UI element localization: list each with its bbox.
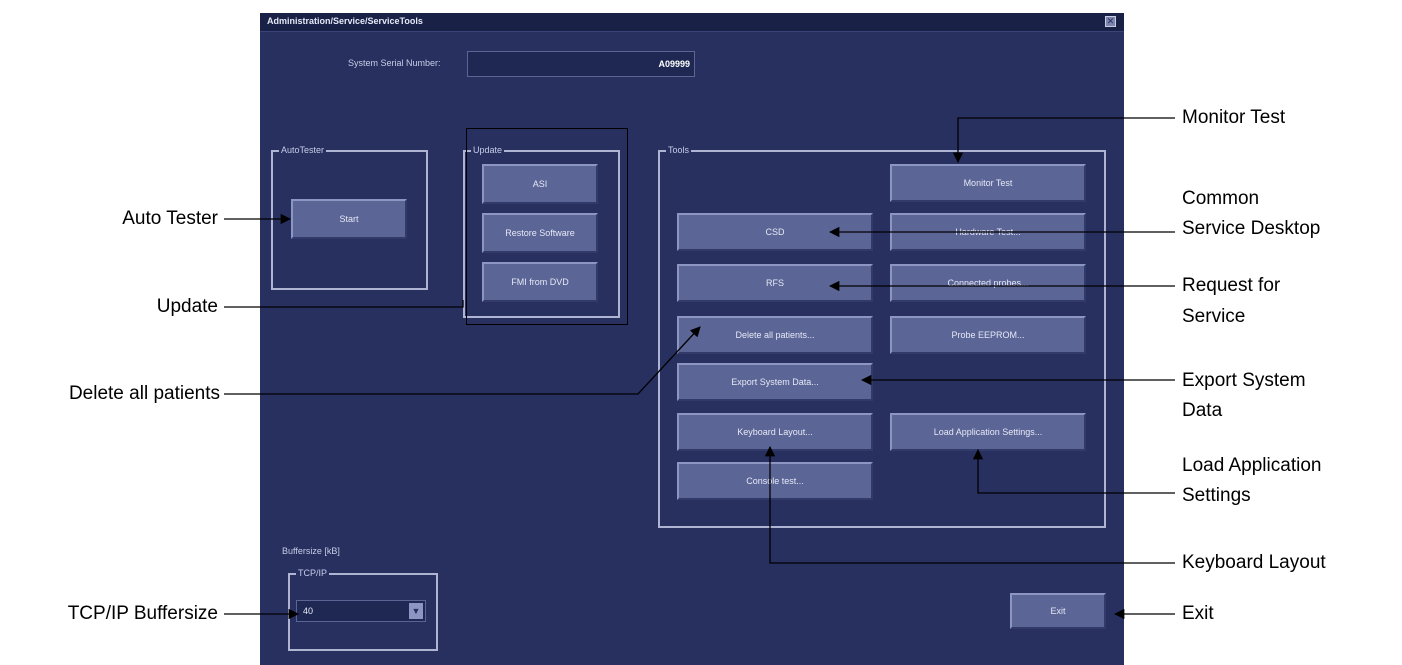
callout-auto-tester: Auto Tester	[122, 208, 218, 229]
callout-delete-all-patients: Delete all patients	[68, 383, 220, 404]
callout-csd-line2: Service Desktop	[1182, 218, 1321, 239]
callout-exit: Exit	[1182, 603, 1214, 624]
callout-rfs-line2: Service	[1182, 306, 1246, 327]
callout-load-line1: Load Application	[1182, 455, 1322, 476]
callout-load-line2: Settings	[1182, 485, 1251, 506]
callout-update: Update	[156, 296, 218, 317]
callout-keyboard-layout: Keyboard Layout	[1182, 552, 1326, 573]
callout-export-line2: Data	[1182, 400, 1223, 421]
callout-rfs-line1: Request for	[1182, 275, 1281, 296]
callout-monitor-test: Monitor Test	[1182, 107, 1286, 128]
callout-tcpip-buffersize: TCP/IP Buffersize	[67, 603, 218, 624]
callout-csd-line1: Common	[1182, 188, 1260, 209]
callout-export-line1: Export System	[1182, 370, 1306, 391]
